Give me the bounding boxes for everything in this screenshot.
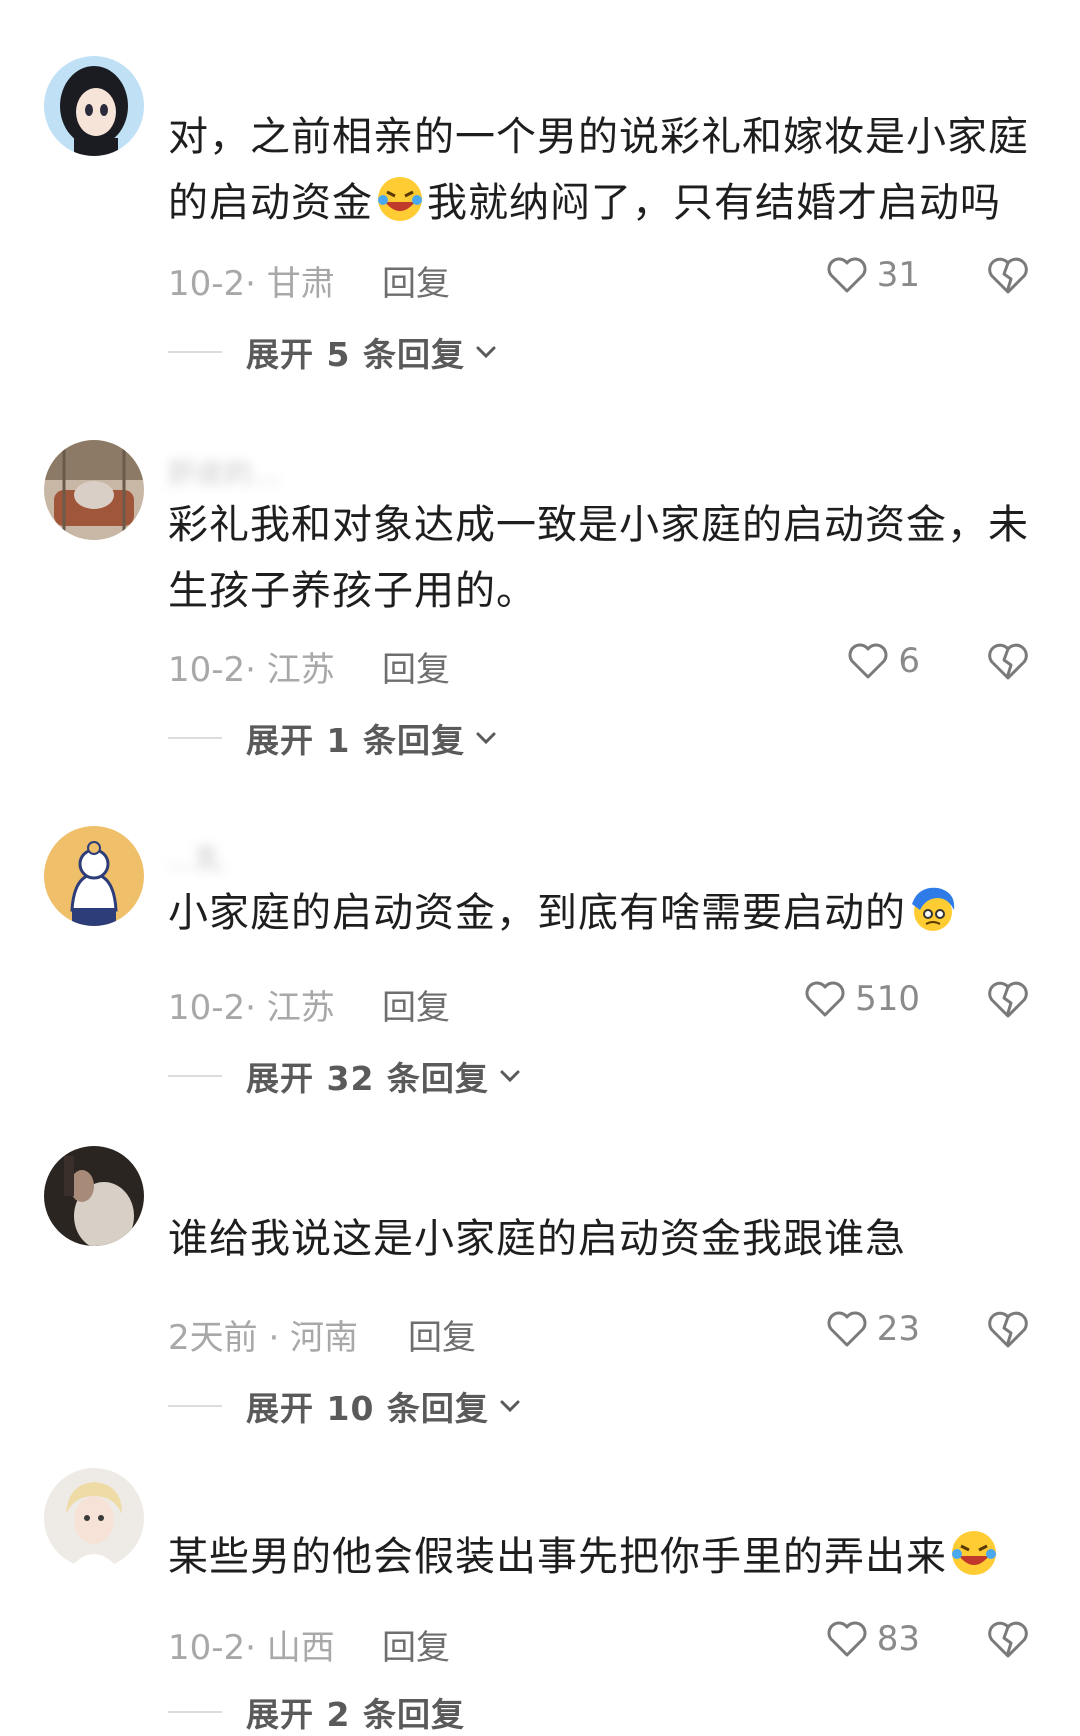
avatar[interactable] xyxy=(44,56,144,156)
chevron-down-icon xyxy=(476,346,496,359)
divider-line xyxy=(168,737,222,739)
expand-replies[interactable]: 展开 10 条回复 xyxy=(168,1384,523,1428)
comment-time-location: 2天前 · 河南 xyxy=(168,1318,359,1358)
reply-button[interactable]: 回复 xyxy=(382,256,450,305)
reply-button[interactable]: 回复 xyxy=(382,642,450,691)
reply-button[interactable]: 回复 xyxy=(382,980,450,1029)
heart-icon xyxy=(827,1311,867,1347)
username[interactable]: ...乳 xyxy=(168,838,223,876)
avatar[interactable] xyxy=(44,440,144,540)
reply-button[interactable]: 回复 xyxy=(382,1620,450,1669)
comment-time-location: 10-2· 江苏 xyxy=(168,650,335,690)
divider-line xyxy=(168,1075,222,1077)
comment-text: 彩礼我和对象达成一致是小家庭的启动资金，未 生孩子养孩子用的。 xyxy=(168,502,1029,614)
divider-line xyxy=(168,351,222,353)
comment-time-location: 10-2· 甘肃 xyxy=(168,264,335,304)
broken-heart-icon[interactable] xyxy=(985,1306,1031,1352)
username[interactable]: 肝疣的... xyxy=(168,452,279,490)
confused-blue-emoji-icon xyxy=(912,887,955,931)
comment-text: 对，之前相亲的一个男的说彩礼和嫁妆是小家庭 的启动资金 我就纳闷了，只有结婚才启动… xyxy=(168,114,1029,226)
like-button[interactable]: 510 xyxy=(803,976,920,1022)
like-button[interactable]: 83 xyxy=(825,1616,920,1662)
broken-heart-icon[interactable] xyxy=(985,1616,1031,1662)
like-count: 31 xyxy=(876,255,920,295)
comment-time-location: 10-2· 江苏 xyxy=(168,988,335,1028)
broken-heart-icon[interactable] xyxy=(985,252,1031,298)
chevron-down-icon xyxy=(500,1400,520,1413)
like-button[interactable]: 31 xyxy=(825,252,920,298)
heart-icon xyxy=(848,643,888,679)
expand-replies-label: 展开 10 条回复 xyxy=(246,1389,489,1428)
avatar[interactable] xyxy=(44,1146,144,1246)
chevron-down-icon xyxy=(500,1070,520,1083)
expand-replies-label: 展开 1 条回复 xyxy=(246,721,465,760)
rofl-emoji-icon xyxy=(378,177,422,221)
heart-icon xyxy=(827,1621,867,1657)
comment-text: 小家庭的启动资金，到底有啥需要启动的 xyxy=(168,880,1048,946)
like-count: 6 xyxy=(898,641,920,681)
like-count: 83 xyxy=(876,1619,920,1659)
like-button[interactable]: 6 xyxy=(846,638,920,684)
comment-text: 谁给我说这是小家庭的启动资金我跟谁急 xyxy=(168,1216,906,1262)
expand-replies-label: 展开 32 条回复 xyxy=(246,1059,489,1098)
like-count: 23 xyxy=(876,1309,920,1349)
broken-heart-icon[interactable] xyxy=(985,976,1031,1022)
like-count: 510 xyxy=(855,979,920,1019)
expand-replies[interactable]: 展开 2 条回复 xyxy=(168,1690,465,1734)
comment-text: 某些男的他会假装出事先把你手里的弄出来 xyxy=(168,1524,1048,1590)
broken-heart-icon[interactable] xyxy=(985,638,1031,684)
expand-replies[interactable]: 展开 5 条回复 xyxy=(168,330,499,374)
expand-replies[interactable]: 展开 32 条回复 xyxy=(168,1054,523,1098)
comment-time-location: 10-2· 山西 xyxy=(168,1628,335,1668)
divider-line xyxy=(168,1405,222,1407)
like-button[interactable]: 23 xyxy=(825,1306,920,1352)
expand-replies[interactable]: 展开 1 条回复 xyxy=(168,716,499,760)
chevron-down-icon xyxy=(476,732,496,745)
heart-icon xyxy=(827,257,867,293)
expand-replies-label: 展开 2 条回复 xyxy=(246,1695,465,1734)
divider-line xyxy=(168,1711,222,1713)
avatar[interactable] xyxy=(44,1468,144,1568)
expand-replies-label: 展开 5 条回复 xyxy=(246,335,465,374)
avatar[interactable] xyxy=(44,826,144,926)
heart-icon xyxy=(805,981,845,1017)
reply-button[interactable]: 回复 xyxy=(408,1310,476,1359)
rofl-emoji-icon xyxy=(952,1531,996,1575)
